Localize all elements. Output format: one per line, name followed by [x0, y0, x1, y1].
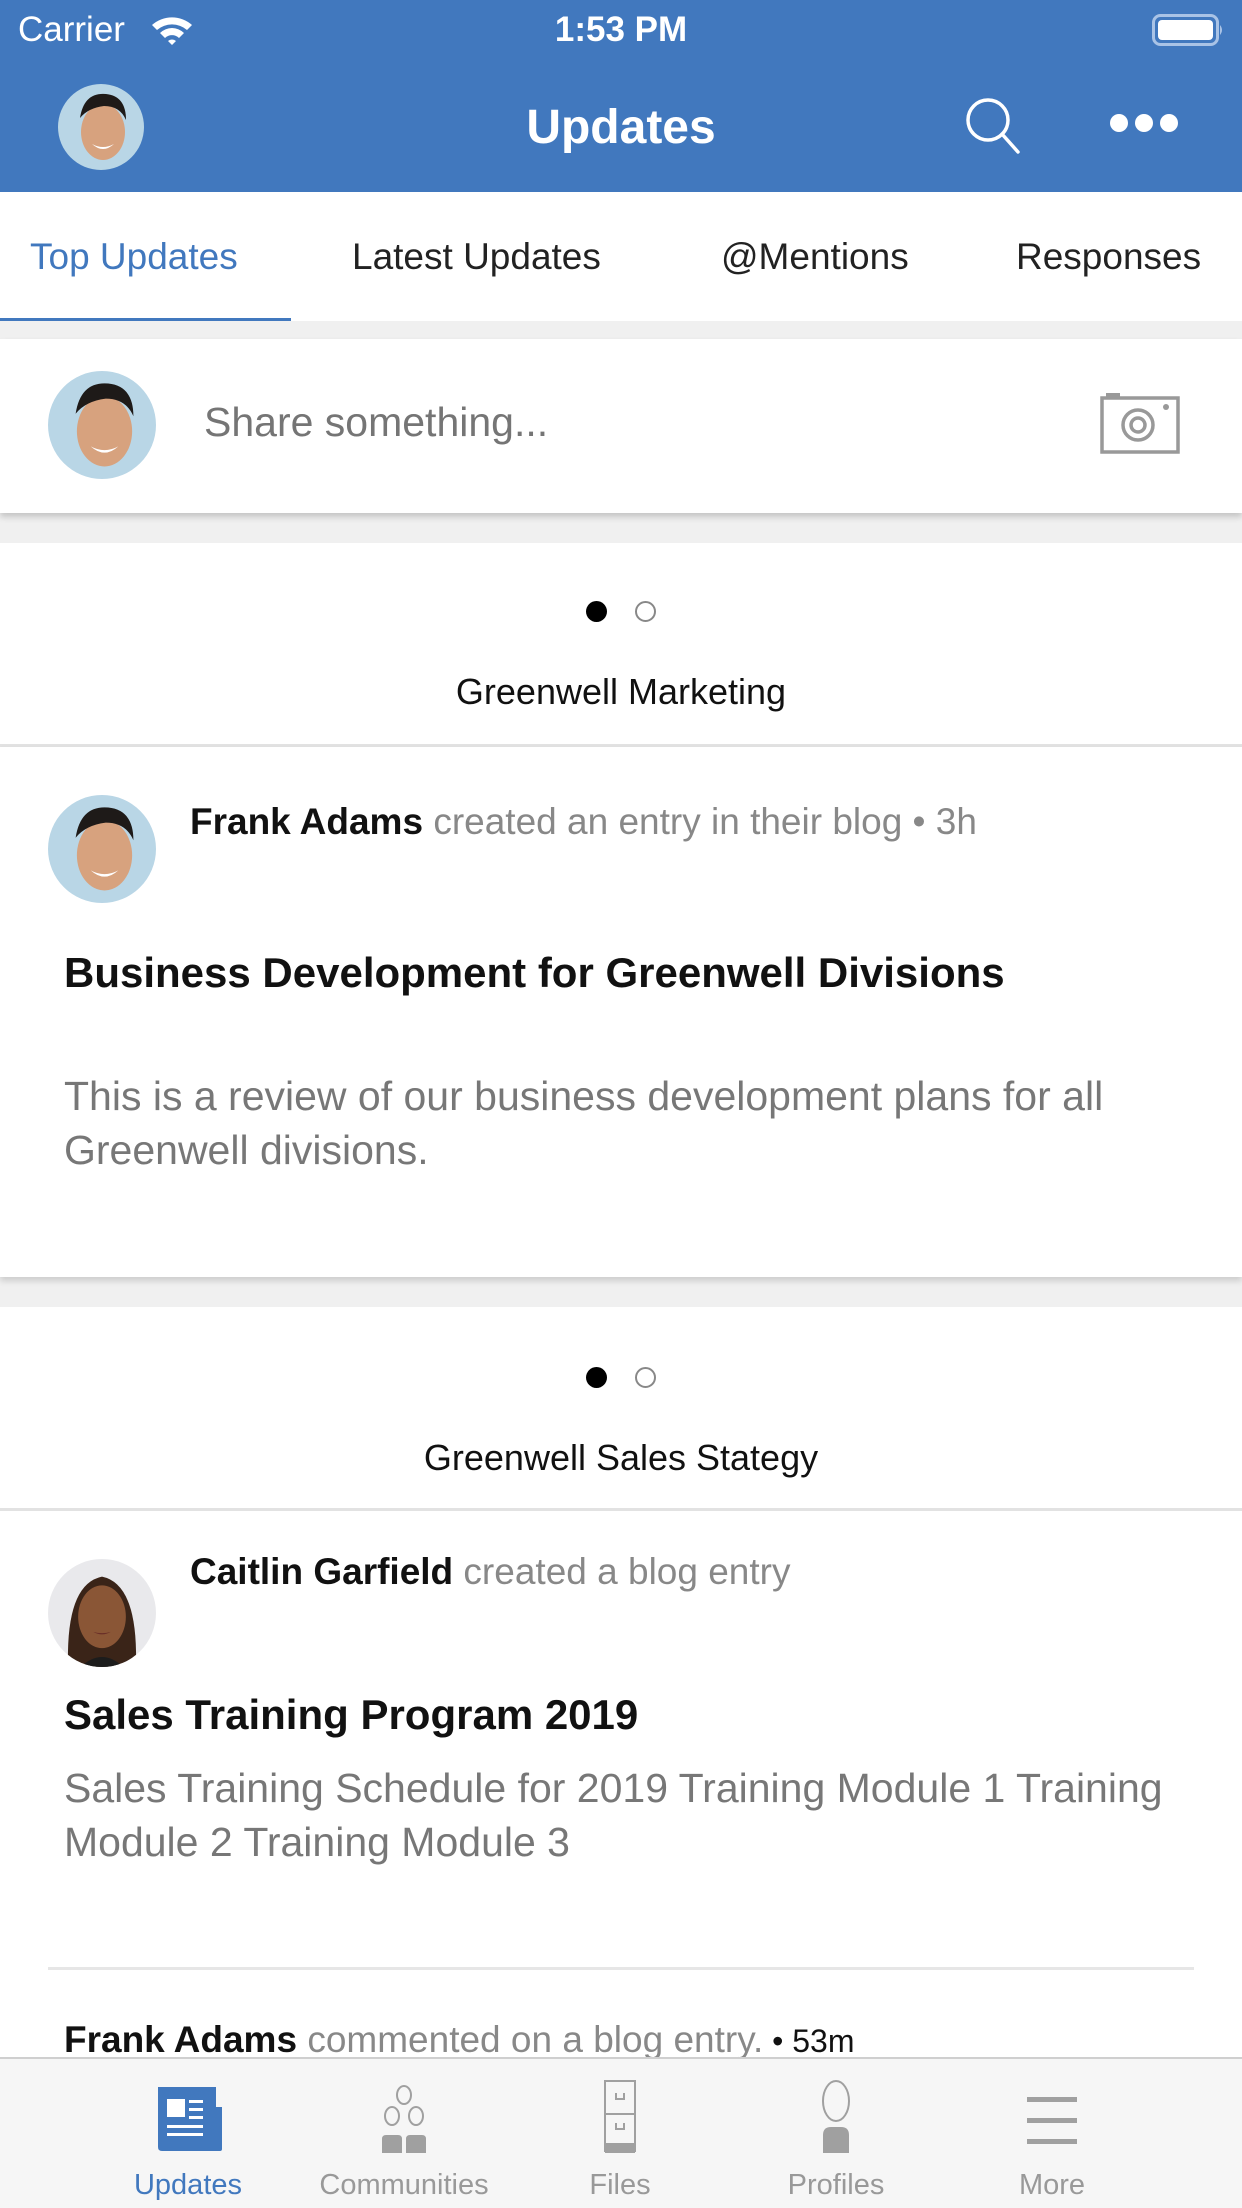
communities-icon — [382, 2085, 426, 2153]
page-dot-active[interactable] — [586, 601, 607, 622]
app-header: Carrier 1:53 PM Updates — [0, 0, 1242, 192]
more-icon[interactable] — [1110, 108, 1178, 138]
comment-meta[interactable]: Frank Adams commented on a blog entry. •… — [64, 2019, 854, 2061]
tabbar-more[interactable]: More — [952, 2059, 1152, 2208]
tabbar-label: More — [1018, 2169, 1086, 2201]
avatar-frank-icon — [48, 795, 156, 903]
bottom-tab-bar: Updates Communities Files Profiles More — [0, 2057, 1242, 2208]
share-input[interactable] — [204, 399, 1004, 446]
feed-post[interactable]: Caitlin Garfield created a blog entry Sa… — [0, 1511, 1242, 2071]
tabbar-label: Updates — [133, 2169, 242, 2201]
divider — [48, 1967, 1194, 1970]
tabbar-files[interactable]: Files — [520, 2059, 720, 2208]
author-name[interactable]: Frank Adams — [64, 2019, 297, 2060]
post-body: Sales Training Schedule for 2019 Trainin… — [64, 1765, 1163, 1865]
feed-post[interactable]: Frank Adams created an entry in their bl… — [0, 747, 1242, 1277]
menu-icon — [1027, 2097, 1077, 2144]
clock: 1:53 PM — [554, 10, 688, 49]
author-name[interactable]: Caitlin Garfield — [190, 1551, 453, 1592]
page-indicator[interactable] — [0, 601, 1242, 622]
comment-action: commented on a blog entry. — [297, 2019, 764, 2060]
search-icon[interactable] — [962, 94, 1024, 156]
feed-tabs: Top Updates Latest Updates @Mentions Res… — [0, 192, 1242, 324]
share-avatar — [48, 371, 156, 479]
tab-mentions[interactable]: @Mentions — [721, 236, 909, 278]
post-meta: Frank Adams created an entry in their bl… — [190, 801, 977, 843]
post-title[interactable]: Sales Training Program 2019 — [64, 1691, 638, 1739]
person-icon — [822, 2080, 850, 2153]
author-name[interactable]: Frank Adams — [190, 801, 423, 842]
status-bar: Carrier 1:53 PM — [0, 0, 1242, 60]
page-dot-active[interactable] — [586, 1367, 607, 1388]
tabbar-label: Files — [589, 2169, 651, 2201]
avatar-caitlin-icon — [48, 1559, 156, 1667]
file-cabinet-icon — [604, 2080, 636, 2153]
newspaper-icon — [158, 2087, 222, 2151]
camera-icon[interactable] — [1100, 392, 1180, 454]
page-dot[interactable] — [635, 601, 656, 622]
comment-time: • 53m — [763, 2023, 855, 2059]
tabbar-communities[interactable]: Communities — [304, 2059, 504, 2208]
tab-responses[interactable]: Responses — [1016, 236, 1201, 278]
nav-bar: Updates — [0, 60, 1242, 192]
community-card-header: Greenwell Sales Stategy — [0, 1307, 1242, 1511]
separator — [0, 321, 1242, 339]
page-indicator[interactable] — [0, 1367, 1242, 1388]
post-meta: Caitlin Garfield created a blog entry — [190, 1551, 790, 1593]
share-box — [0, 339, 1242, 513]
page-dot[interactable] — [635, 1367, 656, 1388]
tabbar-label: Communities — [319, 2169, 489, 2201]
community-card-header: Greenwell Marketing — [0, 543, 1242, 747]
post-body: This is a review of our business develop… — [64, 1073, 1104, 1173]
post-title[interactable]: Business Development for Greenwell Divis… — [64, 949, 1005, 997]
tabbar-updates[interactable]: Updates — [88, 2059, 288, 2208]
tabbar-label: Profiles — [787, 2169, 885, 2201]
community-name[interactable]: Greenwell Sales Stategy — [0, 1437, 1242, 1479]
page-title: Updates — [526, 101, 716, 154]
author-avatar[interactable] — [48, 1559, 156, 1667]
author-avatar[interactable] — [48, 795, 156, 903]
battery-icon — [1152, 14, 1222, 46]
tab-latest-updates[interactable]: Latest Updates — [352, 236, 601, 278]
post-action: created an entry in their blog • 3h — [423, 801, 977, 842]
tab-top-updates[interactable]: Top Updates — [30, 236, 238, 278]
tabbar-profiles[interactable]: Profiles — [736, 2059, 936, 2208]
avatar-frank-icon — [48, 371, 156, 479]
community-name[interactable]: Greenwell Marketing — [0, 671, 1242, 713]
post-action: created a blog entry — [453, 1551, 791, 1592]
